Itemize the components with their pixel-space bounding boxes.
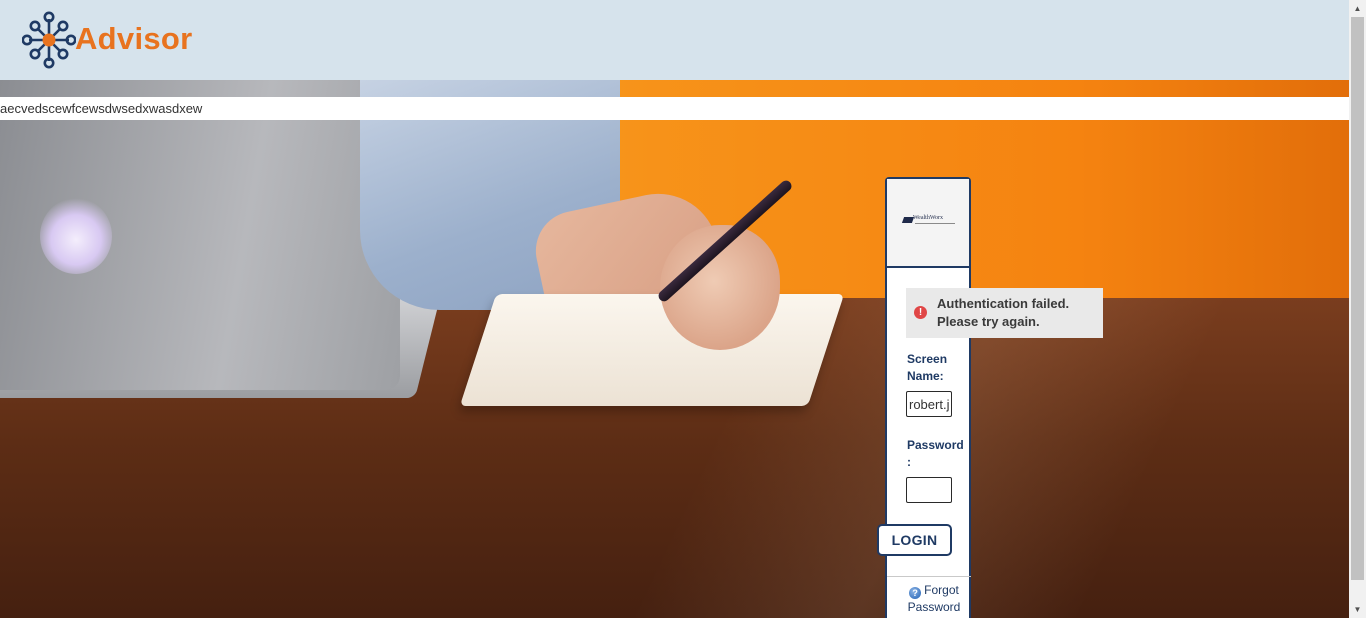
notebook	[459, 294, 845, 406]
panel-divider	[887, 576, 971, 577]
banner-text: aecvedscewfcewsdwsedxwasdxew	[0, 101, 203, 116]
laptop-logo-glow	[40, 198, 112, 274]
help-icon: ?	[909, 587, 922, 599]
scrollbar-thumb[interactable]	[1351, 17, 1364, 580]
banner-strip: aecvedscewfcewsdwsedxwasdxew	[0, 97, 1349, 120]
scroll-down-arrow-icon[interactable]: ▼	[1349, 601, 1366, 618]
forgot-password-link[interactable]: ? Forgot Password	[899, 582, 969, 616]
password-label: Password :	[907, 438, 964, 469]
error-alert: ! Authentication failed. Please try agai…	[906, 288, 1103, 338]
vertical-scrollbar[interactable]: ▲ ▼	[1349, 0, 1366, 618]
brand-tagline-line	[915, 223, 955, 224]
screen-name-input[interactable]	[906, 391, 952, 417]
password-input[interactable]	[906, 477, 952, 503]
scroll-up-arrow-icon[interactable]: ▲	[1349, 0, 1366, 17]
screen-name-label: Screen Name:	[907, 352, 948, 383]
brand-logo-text: WealthWorx	[913, 215, 944, 221]
advisor-logo[interactable]: Advisor	[22, 11, 202, 69]
error-message: Authentication failed. Please try again.	[937, 296, 1070, 329]
wealthworx-logo: WealthWorx	[901, 215, 959, 227]
hero-background-image	[0, 80, 1349, 618]
error-icon: !	[914, 306, 927, 319]
logo-text: Advisor	[75, 21, 193, 56]
login-button[interactable]: LOGIN	[877, 524, 952, 556]
network-logo-icon	[22, 11, 76, 69]
panel-logo-area: WealthWorx	[887, 179, 969, 268]
top-header: Advisor	[0, 0, 1349, 80]
